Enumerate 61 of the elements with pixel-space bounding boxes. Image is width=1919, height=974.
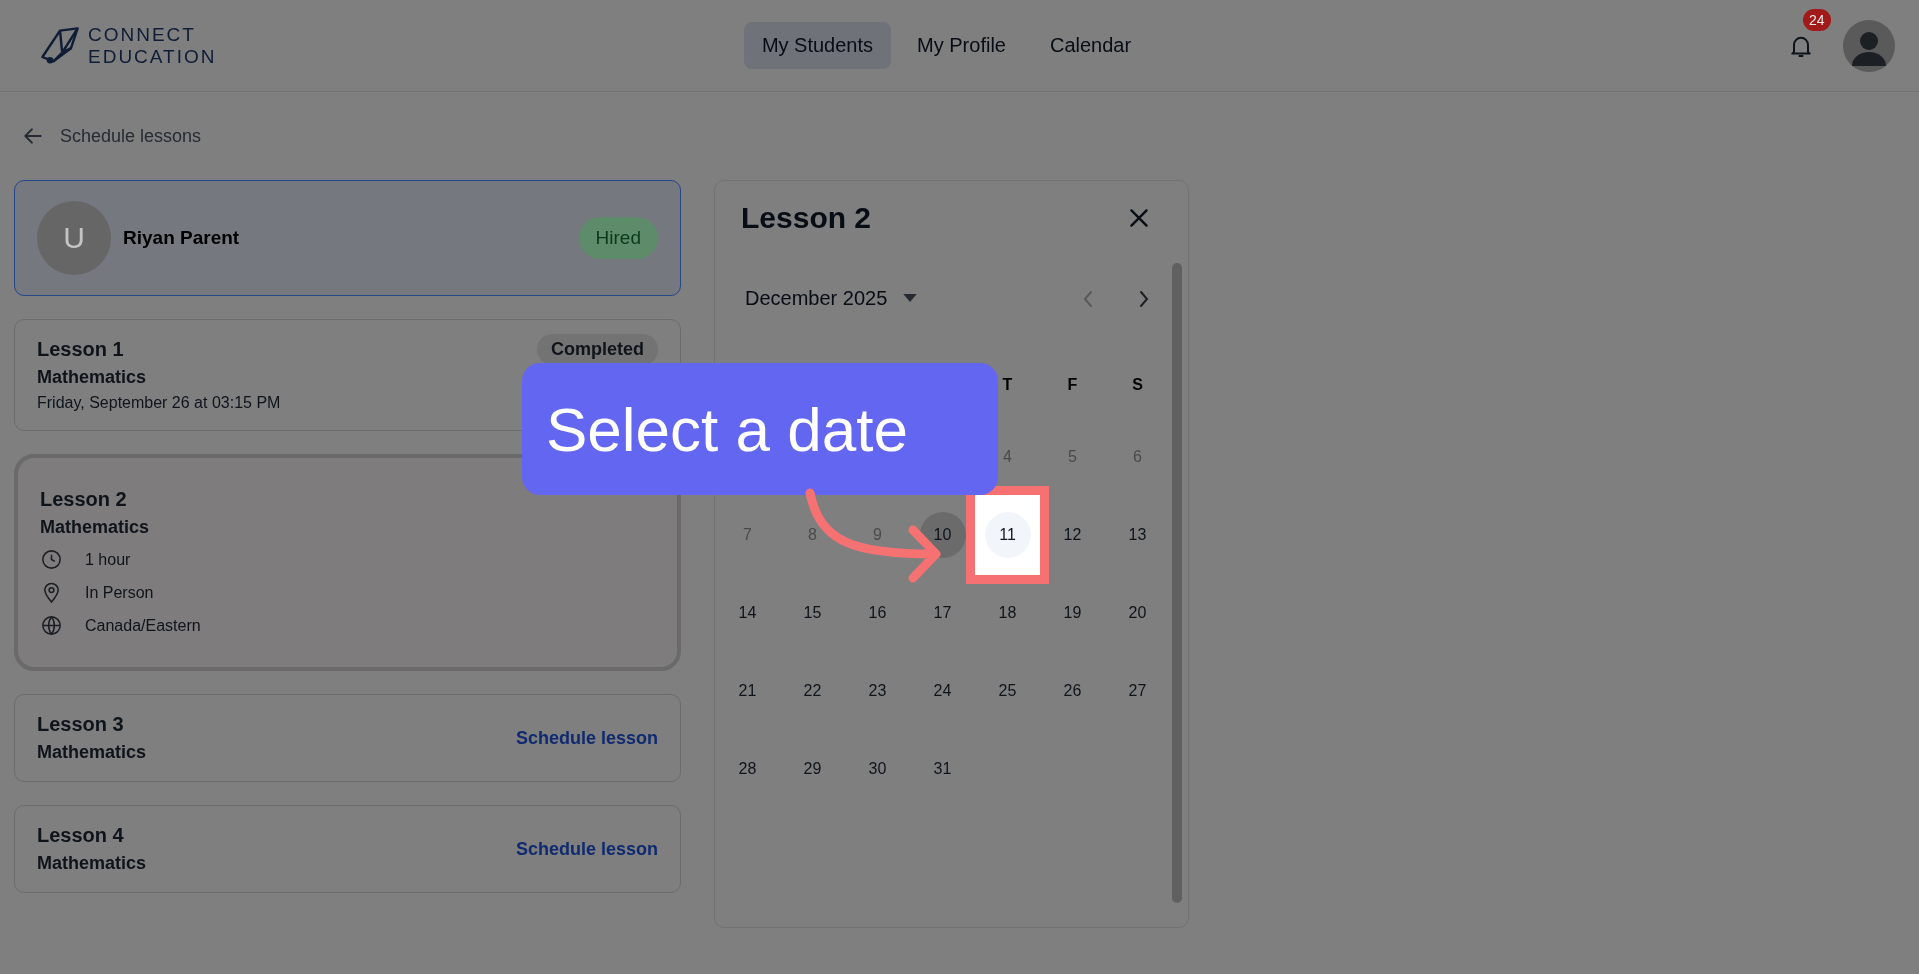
lesson-title: Lesson 2: [40, 488, 128, 511]
calendar-day[interactable]: 21: [724, 668, 771, 714]
status-badge: Hired: [578, 217, 658, 259]
month-selector[interactable]: December 2025: [745, 287, 888, 310]
calendar-day[interactable]: 16: [854, 590, 901, 636]
calendar-day[interactable]: 28: [724, 746, 771, 792]
calendar-day[interactable]: 26: [1049, 668, 1096, 714]
lesson-card[interactable]: Lesson 3 Mathematics Schedule lesson: [14, 694, 681, 782]
weekday-label: T: [1001, 376, 1014, 394]
page-title: Schedule lessons: [60, 125, 202, 147]
calendar-day[interactable]: 31: [919, 746, 966, 792]
avatar[interactable]: [1843, 19, 1895, 72]
lesson-title: Lesson 4: [37, 824, 125, 847]
calendar-day[interactable]: 25: [984, 668, 1031, 714]
calendar-day[interactable]: 22: [789, 668, 836, 714]
notification-count: 24: [1803, 8, 1831, 31]
lesson-time: Friday, September 26 at 03:15 PM: [37, 394, 282, 412]
calendar-day[interactable]: 29: [789, 746, 836, 792]
caret-icon[interactable]: [903, 294, 918, 303]
calendar-day[interactable]: 27: [1114, 668, 1161, 714]
lesson-card[interactable]: Lesson 4 Mathematics Schedule lesson: [14, 805, 681, 893]
panel-title: Lesson 2: [741, 201, 872, 235]
lesson-subject: Mathematics: [40, 517, 151, 538]
student-name: Riyan Parent: [123, 227, 241, 249]
schedule-lesson-link[interactable]: Schedule lesson: [515, 727, 658, 749]
calendar-day[interactable]: 20: [1114, 590, 1161, 636]
lesson-subject: Mathematics: [37, 742, 148, 763]
calendar-day[interactable]: 14: [724, 590, 771, 636]
lesson-subject: Mathematics: [37, 853, 148, 874]
weekday-label: F: [1066, 376, 1079, 394]
nav-tab[interactable]: My Profile: [899, 22, 1024, 69]
logo-text: CONNECT: [88, 23, 197, 46]
weekday-label: S: [1131, 376, 1144, 394]
next-month-icon[interactable]: [1138, 288, 1150, 309]
instruction-tooltip: Select a date: [522, 363, 998, 495]
lesson-detail: In Person: [85, 583, 154, 602]
lesson-card[interactable]: Lesson 2 Mathematics 1 hour In Person Canada/Eastern: [14, 454, 681, 671]
lesson-title: Lesson 3: [37, 713, 125, 736]
calendar-day[interactable]: 23: [854, 668, 901, 714]
globe-icon: [40, 614, 63, 637]
lesson-detail: Canada/Eastern: [85, 616, 201, 635]
calendar-day[interactable]: 24: [919, 668, 966, 714]
lesson-title: Lesson 1: [37, 338, 125, 361]
calendar-day[interactable]: 19: [1049, 590, 1096, 636]
calendar-day[interactable]: 18: [984, 590, 1031, 636]
calendar-day[interactable]: 15: [789, 590, 836, 636]
back-arrow-icon[interactable]: [22, 125, 44, 147]
calendar-day[interactable]: 30: [854, 746, 901, 792]
schedule-lesson-link[interactable]: Schedule lesson: [515, 838, 658, 860]
calendar-day[interactable]: 12: [1049, 512, 1096, 558]
lesson-detail: 1 hour: [85, 550, 131, 569]
calendar-day[interactable]: 17: [919, 590, 966, 636]
nav-tab[interactable]: My Students: [743, 22, 892, 69]
clock-icon: [40, 548, 63, 571]
lesson-subject: Mathematics: [37, 367, 148, 388]
calendar-day[interactable]: 13: [1114, 512, 1161, 558]
avatar-initial: U: [37, 201, 111, 275]
scrollbar[interactable]: [1172, 263, 1182, 903]
status-badge: Completed: [537, 334, 658, 365]
nav-tab[interactable]: Calendar: [1031, 22, 1150, 69]
logo-text: EDUCATION: [88, 45, 217, 68]
